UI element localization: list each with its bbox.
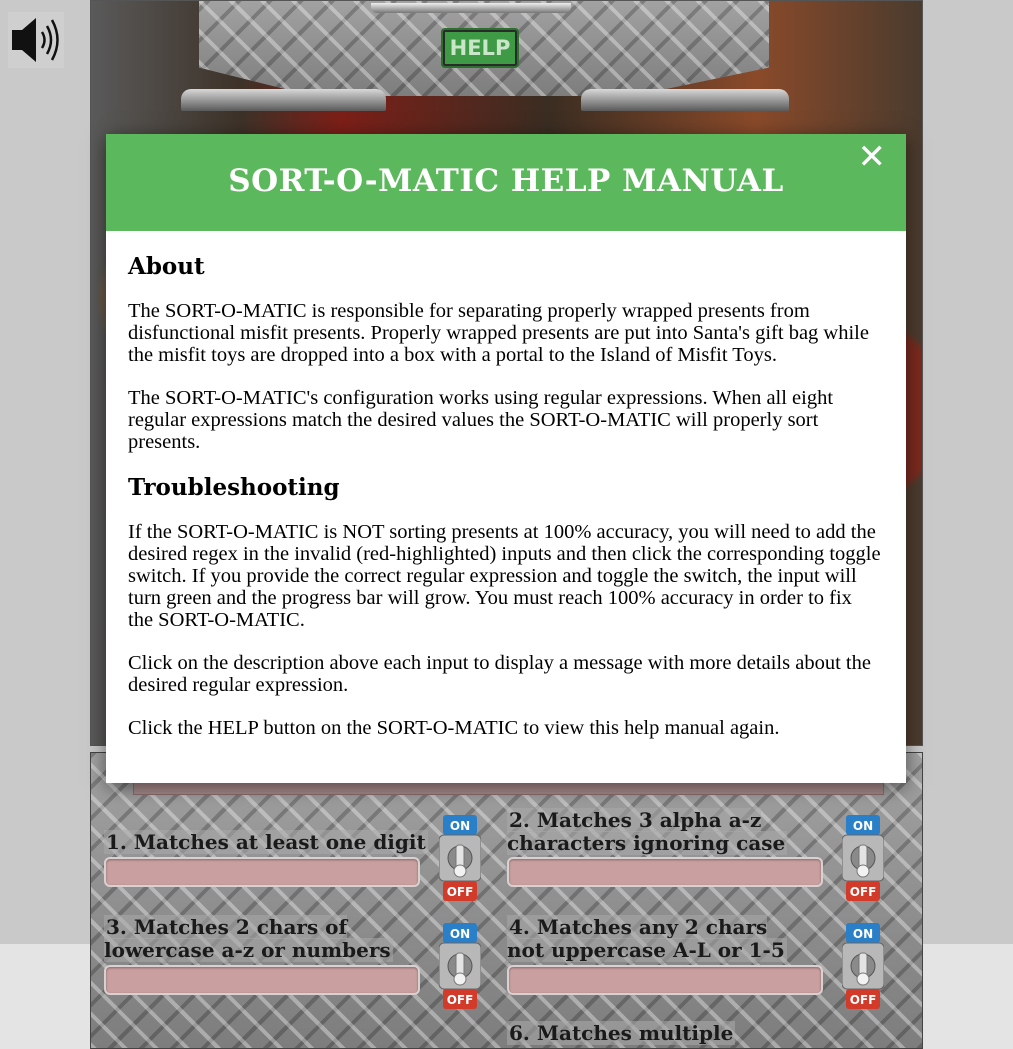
regex-field-3: 3. Matches 2 chars of lowercase a-z or n… bbox=[104, 915, 414, 962]
toggle-off-label: OFF bbox=[447, 885, 474, 899]
toggle-off-label: OFF bbox=[850, 885, 877, 899]
regex-field-2: 2. Matches 3 alpha a-z characters ignori… bbox=[507, 808, 832, 855]
modal-title: SORT-O-MATIC HELP MANUAL bbox=[228, 163, 784, 199]
help-manual-modal: SORT-O-MATIC HELP MANUAL ✕ About The SOR… bbox=[106, 134, 906, 783]
toggle-on-label: ON bbox=[853, 927, 873, 941]
regex-field-1: 1. Matches at least one digit bbox=[104, 830, 434, 854]
regex-input-2[interactable] bbox=[507, 857, 823, 887]
toggle-off-label: OFF bbox=[850, 993, 877, 1007]
hopper-lip-right bbox=[581, 89, 789, 111]
help-button[interactable]: HELP bbox=[441, 28, 519, 68]
section-heading-about: About bbox=[128, 253, 205, 280]
speaker-volume-icon[interactable] bbox=[8, 12, 64, 68]
modal-header: SORT-O-MATIC HELP MANUAL ✕ bbox=[106, 134, 906, 231]
troubleshooting-paragraph-2: Click on the description above each inpu… bbox=[128, 652, 871, 696]
field-description[interactable]: 1. Matches at least one digit bbox=[104, 830, 428, 854]
section-heading-troubleshooting: Troubleshooting bbox=[128, 474, 340, 501]
field-description[interactable]: 4. Matches any 2 chars not uppercase A-L… bbox=[507, 915, 787, 962]
toggle-switch-1[interactable]: ON OFF bbox=[438, 815, 482, 901]
field-description[interactable]: 6. Matches multiple bbox=[507, 1021, 736, 1045]
toggle-on-label: ON bbox=[450, 927, 470, 941]
field-description[interactable]: 3. Matches 2 chars of lowercase a-z or n… bbox=[104, 915, 393, 962]
troubleshooting-paragraph-3: Click the HELP button on the SORT-O-MATI… bbox=[128, 717, 780, 739]
control-panel: 1. Matches at least one digit ON OFF 2. M… bbox=[90, 752, 923, 1049]
troubleshooting-paragraph-1: If the SORT-O-MATIC is NOT sorting prese… bbox=[128, 521, 881, 631]
toggle-switch-4[interactable]: ON OFF bbox=[841, 923, 885, 1009]
field-description[interactable]: 2. Matches 3 alpha a-z characters ignori… bbox=[507, 808, 788, 855]
toggle-on-label: ON bbox=[853, 819, 873, 833]
toggle-switch-3[interactable]: ON OFF bbox=[438, 923, 482, 1009]
hopper-slot bbox=[371, 3, 571, 13]
regex-field-6: 6. Matches multiple bbox=[507, 1021, 827, 1045]
regex-field-4: 4. Matches any 2 chars not uppercase A-L… bbox=[507, 915, 797, 962]
toggle-off-label: OFF bbox=[447, 993, 474, 1007]
hopper-lip-left bbox=[181, 89, 386, 111]
regex-input-4[interactable] bbox=[507, 965, 823, 995]
regex-input-3[interactable] bbox=[104, 965, 420, 995]
about-paragraph-2: The SORT-O-MATIC's configuration works u… bbox=[128, 387, 834, 453]
close-icon[interactable]: ✕ bbox=[858, 140, 887, 174]
regex-input-1[interactable] bbox=[104, 857, 420, 887]
about-paragraph-1: The SORT-O-MATIC is responsible for sepa… bbox=[128, 300, 869, 366]
modal-body: About The SORT-O-MATIC is responsible fo… bbox=[106, 231, 906, 739]
toggle-on-label: ON bbox=[450, 819, 470, 833]
toggle-switch-2[interactable]: ON OFF bbox=[841, 815, 885, 901]
